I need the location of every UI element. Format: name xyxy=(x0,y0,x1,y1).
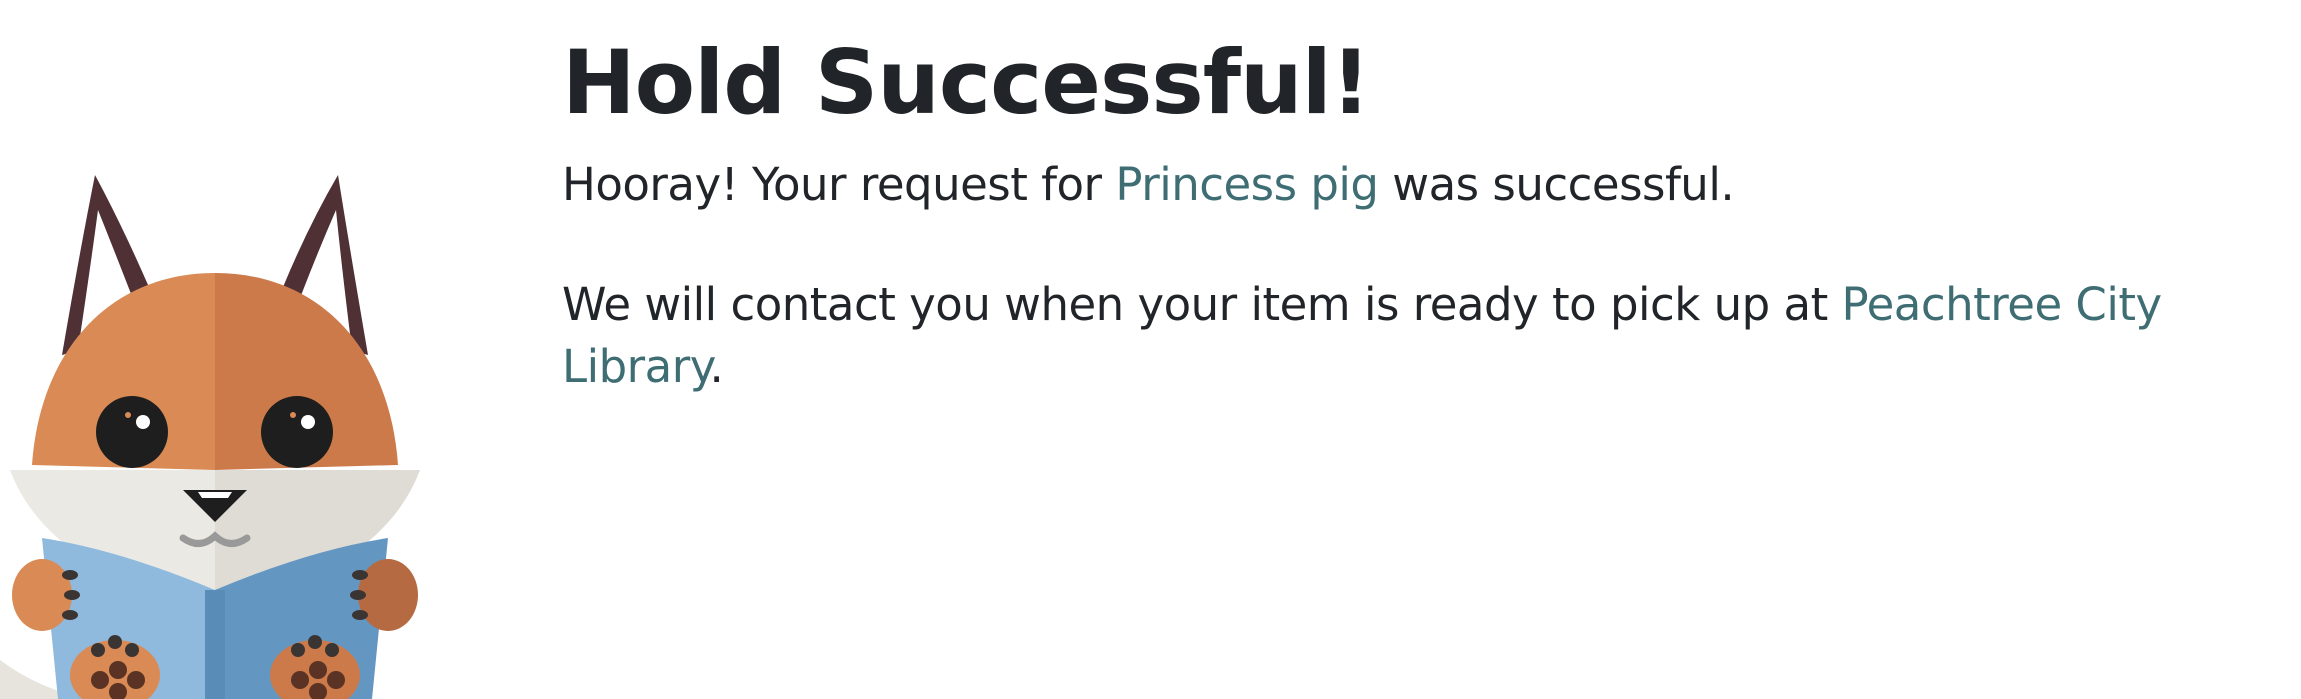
request-success-message: Hooray! Your request for Princess pig wa… xyxy=(562,154,2282,216)
hold-success-content: Hold Successful! Hooray! Your request fo… xyxy=(562,28,2282,398)
left-eye-icon xyxy=(96,396,168,468)
pickup-contact-message: We will contact you when your item is re… xyxy=(562,274,2282,398)
message-suffix: . xyxy=(709,340,724,393)
message-prefix: Hooray! Your request for xyxy=(562,158,1116,211)
hold-success-page: Hold Successful! Hooray! Your request fo… xyxy=(0,0,2301,699)
fox-mascot-illustration xyxy=(0,175,420,699)
page-title: Hold Successful! xyxy=(562,31,1371,134)
message-suffix: was successful. xyxy=(1378,158,1735,211)
item-title-link[interactable]: Princess pig xyxy=(1115,158,1379,211)
right-eye-icon xyxy=(261,396,333,468)
message-prefix: We will contact you when your item is re… xyxy=(562,278,1842,331)
